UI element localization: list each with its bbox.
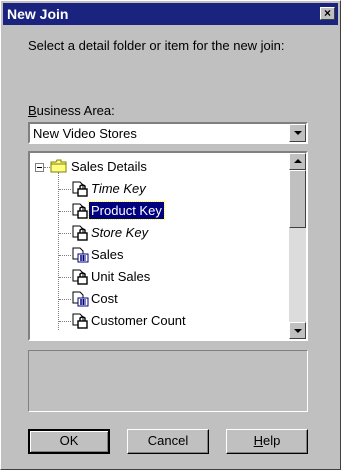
description-box: [28, 350, 308, 412]
scroll-up-button[interactable]: [289, 153, 306, 170]
new-join-dialog: New Join × Select a detail folder or ite…: [0, 0, 341, 470]
measure-item-icon: [71, 247, 89, 268]
folder-item-tree[interactable]: Sales Details Time Key Product Key Store Ke…: [28, 151, 308, 341]
help-mnemonic: H: [253, 433, 264, 448]
business-area-dropdown[interactable]: New Video Stores: [28, 122, 308, 144]
tree-connector: [59, 277, 71, 278]
scroll-down-button[interactable]: [289, 322, 306, 339]
instructions-text: Select a detail folder or item for the n…: [28, 38, 285, 53]
tree-folder-label: Sales Details: [71, 159, 147, 174]
tree-connector: [59, 233, 71, 234]
help-button[interactable]: Help: [226, 429, 308, 454]
tree-item-label: Unit Sales: [91, 269, 151, 284]
tree-connector: [59, 189, 71, 190]
scroll-thumb[interactable]: [289, 170, 306, 228]
join-item-icon: [71, 269, 89, 290]
ok-button[interactable]: OK: [28, 429, 110, 454]
tree-item[interactable]: Store Key: [30, 222, 285, 244]
tree-folder-row[interactable]: Sales Details: [30, 156, 285, 178]
folder-icon: [50, 159, 68, 178]
join-item-icon: [71, 225, 89, 246]
cancel-button[interactable]: Cancel: [127, 429, 209, 454]
join-item-icon: [71, 313, 89, 334]
tree-item[interactable]: Product Key: [30, 200, 285, 222]
tree-item-label: Store Key: [91, 225, 149, 240]
tree-item[interactable]: Customer Count: [30, 310, 285, 332]
tree-item-label: Sales: [91, 247, 124, 262]
tree-connector: [59, 321, 71, 322]
tree-connector: [59, 211, 71, 212]
join-item-icon: [71, 203, 89, 224]
tree-scrollbar[interactable]: [289, 153, 306, 339]
tree-connector: [59, 255, 71, 256]
tree-item-label: Customer Count: [91, 313, 186, 328]
business-area-label-mnemonic: B: [28, 103, 37, 118]
tree-item[interactable]: Time Key: [30, 178, 285, 200]
tree-item-label: Product Key: [88, 201, 165, 220]
help-label-rest: elp: [263, 433, 281, 448]
tree-item[interactable]: Sales: [30, 244, 285, 266]
measure-item-icon: [71, 291, 89, 312]
close-button[interactable]: ×: [320, 7, 335, 20]
tree-connector: [59, 299, 71, 300]
business-area-value: New Video Stores: [33, 126, 137, 141]
collapse-toggle[interactable]: [35, 163, 44, 172]
business-area-label: Business Area:: [28, 103, 115, 118]
tree-item-label: Time Key: [91, 181, 146, 196]
join-item-icon: [71, 181, 89, 202]
title-bar[interactable]: New Join ×: [3, 3, 338, 25]
tree-item[interactable]: Unit Sales: [30, 266, 285, 288]
tree-item[interactable]: Cost: [30, 288, 285, 310]
business-area-label-rest: usiness Area:: [36, 103, 115, 118]
window-title: New Join: [7, 6, 69, 22]
tree-item-label: Cost: [91, 291, 118, 306]
dropdown-arrow-button[interactable]: [289, 124, 306, 142]
